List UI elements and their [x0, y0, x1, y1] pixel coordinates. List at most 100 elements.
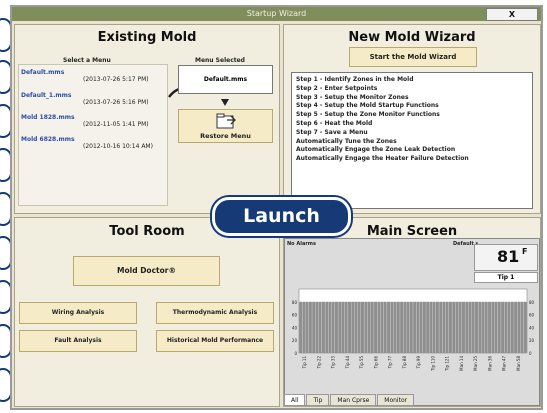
chart-bar	[491, 301, 495, 353]
chart-bar	[312, 301, 316, 353]
chart-bar	[478, 301, 482, 353]
chart-bar	[416, 301, 420, 353]
menu-item-name[interactable]: Default.mms	[21, 69, 64, 76]
chart-bar	[426, 301, 430, 353]
tab-tip[interactable]: Tip	[306, 394, 330, 406]
chart-bar	[484, 301, 488, 353]
chart-bar	[439, 301, 443, 353]
chart-bar	[374, 301, 378, 353]
chart-bar	[409, 301, 413, 353]
chart-bar	[370, 301, 374, 353]
chart-bar	[462, 301, 465, 353]
main-screen-panel: Main Screen No Alarms Default ▾ 81 F Tip…	[283, 217, 541, 407]
chart-bar	[393, 301, 397, 353]
main-screen-tabs: All Tip Man Cprse Monitor	[284, 394, 415, 406]
start-mold-wizard-button[interactable]: Start the Mold Wizard	[349, 47, 477, 67]
select-menu-label: Select a Menu	[63, 57, 111, 64]
step-item: Automatically Engage the Heater Failure …	[296, 155, 469, 163]
step-item: Step 5 - Setup the Zone Monitor Function…	[296, 111, 440, 119]
menu-item-date: (2013-07-26 5:17 PM)	[83, 76, 149, 83]
chart-bar	[341, 301, 345, 353]
y-tick-label: 20	[529, 338, 535, 343]
x-tick-label: Tip 99	[416, 356, 421, 370]
chart-bar	[367, 301, 371, 353]
step-item: Automatically Tune the Zones	[296, 137, 397, 145]
window-title: Startup Wizard	[246, 9, 307, 18]
chart-bar	[338, 301, 342, 353]
restore-menu-label: Restore Menu	[200, 132, 251, 140]
restore-menu-button[interactable]: Restore Menu	[178, 109, 273, 143]
chart-bar	[504, 301, 508, 353]
chart-bar	[315, 301, 319, 353]
x-tick-label: Tip 77	[388, 356, 393, 370]
x-tick-label: Man 36	[487, 356, 492, 371]
new-mold-title: New Mold Wizard	[348, 30, 476, 45]
tab-monitor[interactable]: Monitor	[377, 394, 415, 406]
chart-bar	[302, 301, 306, 353]
chart-bar	[325, 301, 329, 353]
chart-bar	[364, 301, 368, 353]
y-tick-label: 0	[294, 351, 297, 356]
chart-bar	[334, 301, 338, 353]
y-tick-label: 60	[292, 313, 298, 318]
menu-item-name[interactable]: Default_1.mms	[21, 92, 71, 99]
selected-menu-field[interactable]: Default.mms	[178, 65, 273, 94]
x-tick-label: Tip 11	[302, 356, 307, 370]
tool-room-panel: Tool Room Mold Doctor® Wiring Analysis T…	[14, 217, 280, 407]
tab-man-cprse[interactable]: Man Cprse	[330, 394, 377, 406]
x-tick-label: Man 25	[473, 356, 478, 371]
step-item: Automatically Engage the Zone Leak Detec…	[296, 146, 456, 154]
chart-bar	[497, 301, 501, 353]
chart-bar	[305, 301, 309, 353]
menu-item-name[interactable]: Mold 1828.mms	[21, 114, 75, 121]
folder-icon	[216, 113, 236, 129]
chart-bar	[494, 301, 498, 353]
chart-bar	[354, 301, 358, 353]
chart-bar	[432, 301, 436, 353]
existing-mold-title: Existing Mold	[97, 30, 197, 45]
chart-bar	[413, 301, 417, 353]
mold-doctor-button[interactable]: Mold Doctor®	[73, 256, 220, 286]
y-tick-label: 80	[292, 300, 298, 305]
zone-label: Tip 1	[474, 272, 538, 283]
chart-bar	[468, 301, 472, 353]
chart-bar	[406, 301, 410, 353]
close-button[interactable]: X	[486, 8, 538, 21]
launch-button[interactable]: Launch	[212, 197, 351, 236]
x-tick-label: Tip 110	[430, 356, 435, 372]
historical-mold-performance-button[interactable]: Historical Mold Performance	[156, 330, 274, 352]
chart-bar	[308, 301, 312, 353]
arrow-down-icon	[221, 99, 229, 106]
temperature-display: 81 F	[474, 244, 538, 271]
chart-bar	[348, 301, 351, 353]
chart-bar	[400, 301, 404, 353]
fault-analysis-button[interactable]: Fault Analysis	[19, 330, 137, 352]
x-tick-label: Tip 33	[331, 356, 336, 370]
y-tick-label: 40	[529, 325, 535, 330]
chart-bar	[377, 301, 381, 353]
x-tick-label: Tip 55	[359, 356, 364, 370]
chart-bar	[361, 301, 364, 353]
tab-all[interactable]: All	[284, 394, 306, 406]
menu-item-name[interactable]: Mold 6828.mms	[21, 136, 75, 143]
chart-bar	[471, 301, 475, 353]
chart-bar	[514, 301, 518, 353]
step-item: Step 4 - Setup the Mold Startup Function…	[296, 102, 439, 110]
main-screen-preview[interactable]: No Alarms Default ▾ 81 F Tip 1 0 0 20 20 40 4…	[284, 238, 540, 406]
chart-bar	[351, 301, 355, 353]
x-tick-label: Man 47	[502, 356, 507, 371]
thermodynamic-analysis-button[interactable]: Thermodynamic Analysis	[156, 302, 274, 324]
chart-bar	[488, 301, 492, 353]
chart-bar	[520, 301, 524, 353]
chart-bar	[299, 301, 303, 353]
chart-bar	[321, 301, 325, 353]
menu-item-date: (2012-11-05 1:41 PM)	[83, 121, 149, 128]
wiring-analysis-button[interactable]: Wiring Analysis	[19, 302, 137, 324]
menu-item-date: (2013-07-26 5:16 PM)	[83, 99, 149, 106]
y-tick-label: 40	[292, 325, 298, 330]
chart-bar	[328, 301, 332, 353]
x-tick-label: Tip 22	[316, 356, 321, 370]
step-item: Step 2 - Enter Setpoints	[296, 84, 378, 92]
chart-bar	[452, 301, 456, 353]
chart-bar	[380, 301, 384, 353]
